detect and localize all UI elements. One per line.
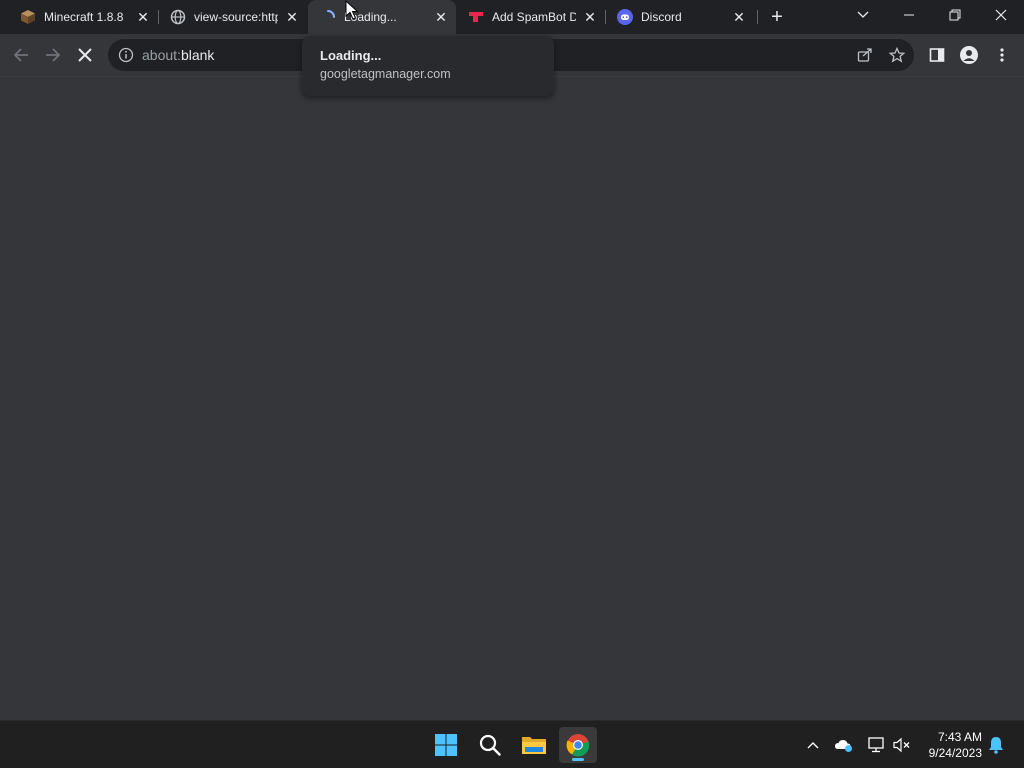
file-explorer-icon[interactable] xyxy=(515,727,553,763)
clock-date: 9/24/2023 xyxy=(928,746,982,760)
bookmark-star-icon[interactable] xyxy=(888,46,906,64)
forward-arrow-icon[interactable] xyxy=(40,42,66,68)
tab-minecraft[interactable]: Minecraft 1.8.8 ✕ xyxy=(0,0,158,34)
url-scheme: about: xyxy=(142,47,181,63)
back-arrow-icon[interactable] xyxy=(8,42,34,68)
windows-start-icon[interactable] xyxy=(427,727,465,763)
windows-taskbar: 7:43 AM 9/24/2023 xyxy=(0,720,1024,768)
close-icon[interactable]: ✕ xyxy=(731,9,747,25)
minimize-icon[interactable] xyxy=(886,0,932,30)
tab-add-spambot[interactable]: Add SpamBot D ✕ xyxy=(456,0,606,34)
spambot-logo-icon xyxy=(468,9,484,25)
loading-spinner-icon xyxy=(320,9,336,25)
new-tab-plus-icon[interactable]: + xyxy=(766,6,788,28)
volume-muted-icon[interactable] xyxy=(892,735,912,755)
restore-icon[interactable] xyxy=(932,0,978,30)
hover-card-domain: googletagmanager.com xyxy=(320,67,451,81)
hover-card-title: Loading... xyxy=(320,48,382,63)
tab-title: view-source:http xyxy=(194,10,278,24)
page-content xyxy=(0,77,1024,720)
chevron-down-icon[interactable] xyxy=(840,0,886,30)
tab-strip: Minecraft 1.8.8 ✕ view-source:http ✕ Loa… xyxy=(0,0,1024,34)
search-icon[interactable] xyxy=(471,727,509,763)
active-app-indicator xyxy=(572,758,584,761)
network-icon[interactable] xyxy=(866,735,886,755)
tab-title: Discord xyxy=(641,10,682,24)
side-panel-icon[interactable] xyxy=(927,45,947,65)
globe-icon xyxy=(170,9,186,25)
discord-icon xyxy=(617,9,633,25)
url-host: blank xyxy=(180,47,215,63)
close-icon[interactable]: ✕ xyxy=(433,9,449,25)
url-text: about:blank xyxy=(142,47,214,63)
profile-avatar-icon[interactable] xyxy=(959,45,979,65)
close-icon[interactable]: ✕ xyxy=(284,9,300,25)
onedrive-cloud-icon[interactable] xyxy=(834,735,854,755)
chevron-up-icon[interactable] xyxy=(803,735,823,755)
clock-time: 7:43 AM xyxy=(937,730,982,744)
tab-discord[interactable]: Discord ✕ xyxy=(606,0,756,34)
stop-loading-icon[interactable] xyxy=(72,42,98,68)
tab-title: Add SpamBot D xyxy=(492,10,576,24)
tab-view-source[interactable]: view-source:http ✕ xyxy=(150,0,308,34)
chrome-taskbar-icon[interactable] xyxy=(559,727,597,763)
share-icon[interactable] xyxy=(856,46,874,64)
notification-bell-icon[interactable] xyxy=(986,735,1006,755)
kebab-menu-icon[interactable] xyxy=(992,45,1012,65)
close-icon[interactable]: ✕ xyxy=(135,9,151,25)
tab-hover-card: Loading... googletagmanager.com xyxy=(302,36,554,96)
tab-title: Minecraft 1.8.8 xyxy=(44,10,124,24)
window-close-icon[interactable] xyxy=(978,0,1024,30)
tab-separator xyxy=(757,10,758,24)
minecraft-block-icon xyxy=(20,9,36,25)
info-icon[interactable] xyxy=(118,47,134,63)
close-icon[interactable]: ✕ xyxy=(582,9,598,25)
tab-loading[interactable]: Loading... ✕ xyxy=(308,0,456,34)
taskbar-clock[interactable]: 7:43 AM 9/24/2023 xyxy=(916,729,982,761)
mouse-cursor-icon xyxy=(345,0,359,20)
